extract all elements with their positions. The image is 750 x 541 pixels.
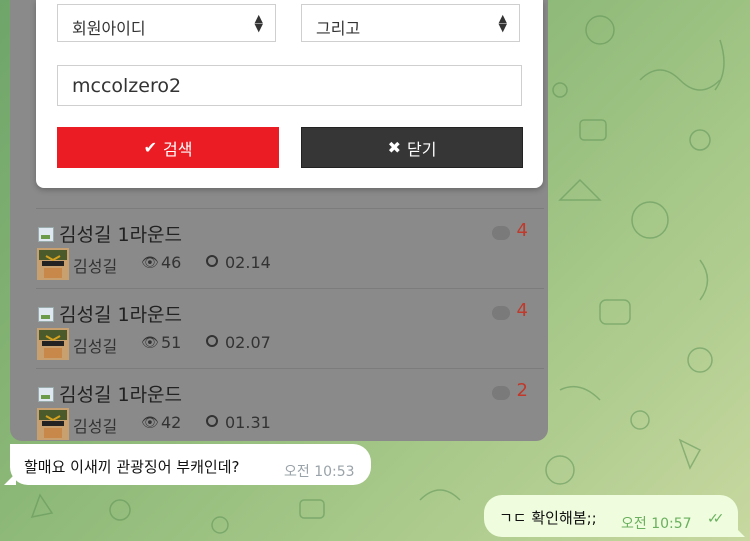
sort-arrows-icon: ▲ ▼ — [254, 12, 263, 34]
search-button[interactable]: ✔ 검색 — [57, 127, 279, 168]
close-button[interactable]: ✖ 닫기 — [301, 127, 523, 168]
comment-count: 4 — [516, 300, 528, 321]
view-count: 51 — [161, 333, 182, 352]
eye-icon: 👁 — [141, 335, 159, 351]
post-title[interactable]: 김성길 1라운드 — [59, 300, 182, 327]
message-text: 할매요 이새끼 관광징어 부캐인데? — [24, 458, 240, 476]
post-title[interactable]: 김성길 1라운드 — [59, 380, 182, 407]
message-time: 오전 10:57 — [621, 516, 692, 532]
double-check-icon: ✓✓ — [707, 511, 725, 527]
post-row[interactable]: 김성길 1라운드 4 김성길 👁 51 02.07 — [36, 288, 544, 369]
search-button-label: 검색 — [162, 139, 193, 159]
search-operator-value: 그리고 — [316, 19, 361, 38]
comment-icon — [492, 226, 510, 240]
clock-icon — [206, 335, 218, 347]
post-date: 02.14 — [225, 253, 271, 272]
avatar — [37, 248, 69, 280]
x-icon: ✖ — [387, 138, 401, 157]
incoming-message[interactable]: 할매요 이새끼 관광징어 부캐인데? 오전 10:53 — [10, 444, 371, 485]
avatar — [37, 408, 69, 440]
check-icon: ✔ — [143, 138, 157, 157]
post-date: 01.31 — [225, 413, 271, 432]
eye-icon: 👁 — [141, 415, 159, 431]
search-input[interactable] — [57, 65, 522, 106]
search-modal: 회원아이디 ▲▼ 그리고 ▲▼ ✔ 검색 ✖ 닫기 — [36, 0, 543, 188]
view-count: 46 — [161, 253, 182, 272]
search-operator-select[interactable]: 그리고 ▲ ▼ — [301, 4, 520, 42]
eye-icon: 👁 — [141, 255, 159, 271]
forwarded-post-card: 김성길 1라운드 4 김성길 👁 46 02.14 김성길 1라운드 4 김성길… — [10, 0, 548, 441]
image-icon — [38, 387, 54, 402]
post-date: 02.07 — [225, 333, 271, 352]
post-row[interactable]: 김성길 1라운드 2 김성길 👁 42 01.31 — [36, 368, 544, 441]
post-author: 김성길 — [73, 417, 118, 436]
search-field-value: 회원아이디 — [72, 19, 146, 38]
outgoing-message[interactable]: ㄱㄷ 확인해봄;; 오전 10:57 ✓✓ — [484, 495, 738, 537]
image-icon — [38, 227, 54, 242]
comment-icon — [492, 386, 510, 400]
clock-icon — [206, 255, 218, 267]
comment-icon — [492, 306, 510, 320]
avatar — [37, 328, 69, 360]
post-author: 김성길 — [73, 337, 118, 356]
view-count: 42 — [161, 413, 182, 432]
post-author: 김성길 — [73, 257, 118, 276]
sort-arrows-icon: ▲ ▼ — [498, 12, 507, 34]
post-row[interactable]: 김성길 1라운드 4 김성길 👁 46 02.14 — [36, 208, 544, 289]
post-title[interactable]: 김성길 1라운드 — [59, 220, 182, 247]
clock-icon — [206, 415, 218, 427]
comment-count: 2 — [516, 380, 528, 401]
message-text: ㄱㄷ 확인해봄;; — [499, 509, 597, 527]
message-time: 오전 10:53 — [284, 464, 355, 480]
image-icon — [38, 307, 54, 322]
comment-count: 4 — [516, 220, 528, 241]
search-field-select[interactable]: 회원아이디 ▲ ▼ — [57, 4, 276, 42]
close-button-label: 닫기 — [406, 139, 437, 159]
